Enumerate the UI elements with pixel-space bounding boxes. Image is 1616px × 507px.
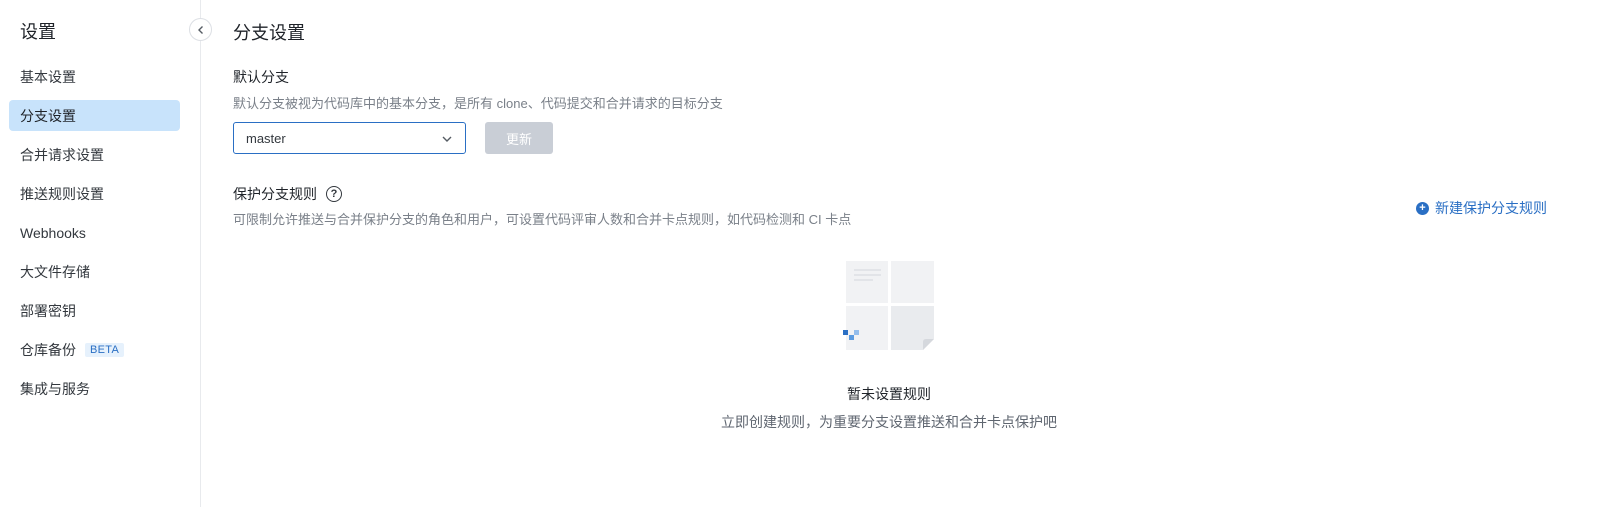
settings-nav: 基本设置 分支设置 合并请求设置 推送规则设置 Webhooks 大文件存储 部… <box>9 61 180 412</box>
chevron-down-icon <box>442 136 452 142</box>
update-button[interactable]: 更新 <box>485 122 553 154</box>
sidebar-item-backup[interactable]: 仓库备份 BETA <box>9 334 180 365</box>
page-title: 分支设置 <box>233 23 305 43</box>
question-circle-icon[interactable]: ? <box>326 186 342 202</box>
empty-state-title: 暂未设置规则 <box>847 386 931 402</box>
sidebar-item-lfs[interactable]: 大文件存储 <box>9 256 180 287</box>
sidebar-item-push-rules[interactable]: 推送规则设置 <box>9 178 180 209</box>
sidebar-item-basic[interactable]: 基本设置 <box>9 61 180 92</box>
sidebar-item-label: 大文件存储 <box>20 263 90 280</box>
protect-rules-heading: 保护分支规则 ? <box>233 184 342 204</box>
sidebar-item-deploy-keys[interactable]: 部署密钥 <box>9 295 180 326</box>
sidebar-item-label: 基本设置 <box>20 68 76 85</box>
sidebar-title: 设置 <box>20 22 56 42</box>
beta-badge: BETA <box>85 342 125 357</box>
default-branch-title: 默认分支 <box>233 69 289 85</box>
sidebar-item-label: 仓库备份 <box>20 341 76 358</box>
sidebar-item-branch[interactable]: 分支设置 <box>9 100 180 131</box>
sidebar-item-label: 推送规则设置 <box>20 185 104 202</box>
protect-rules-title: 保护分支规则 <box>233 186 317 202</box>
empty-state-description: 立即创建规则，为重要分支设置推送和合并卡点保护吧 <box>721 414 1057 430</box>
main-content: 分支设置 默认分支 默认分支被视为代码库中的基本分支，是所有 clone、代码提… <box>233 0 1616 507</box>
default-branch-select[interactable]: master <box>233 122 466 154</box>
settings-sidebar: 设置 基本设置 分支设置 合并请求设置 推送规则设置 Webhooks 大文件存… <box>0 0 201 507</box>
new-protect-rule-label: 新建保护分支规则 <box>1435 200 1547 216</box>
protect-rules-description: 可限制允许推送与合并保护分支的角色和用户，可设置代码评审人数和合并卡点规则，如代… <box>233 212 852 227</box>
sidebar-item-label: Webhooks <box>20 224 86 241</box>
sidebar-item-label: 部署密钥 <box>20 302 76 319</box>
sidebar-item-label: 集成与服务 <box>20 380 90 397</box>
sidebar-item-label: 合并请求设置 <box>20 146 104 163</box>
sidebar-item-integrations[interactable]: 集成与服务 <box>9 373 180 404</box>
sidebar-item-webhooks[interactable]: Webhooks <box>9 217 180 248</box>
default-branch-description: 默认分支被视为代码库中的基本分支，是所有 clone、代码提交和合并请求的目标分… <box>233 96 723 111</box>
new-protect-rule-button[interactable]: + 新建保护分支规则 <box>1416 198 1547 218</box>
empty-state-illustration <box>843 261 934 350</box>
sidebar-item-merge-request[interactable]: 合并请求设置 <box>9 139 180 170</box>
sidebar-item-label: 分支设置 <box>20 107 76 124</box>
plus-circle-icon: + <box>1416 201 1429 215</box>
default-branch-value: master <box>246 130 286 146</box>
chevron-left-icon <box>197 25 203 34</box>
collapse-sidebar-button[interactable] <box>189 18 212 41</box>
